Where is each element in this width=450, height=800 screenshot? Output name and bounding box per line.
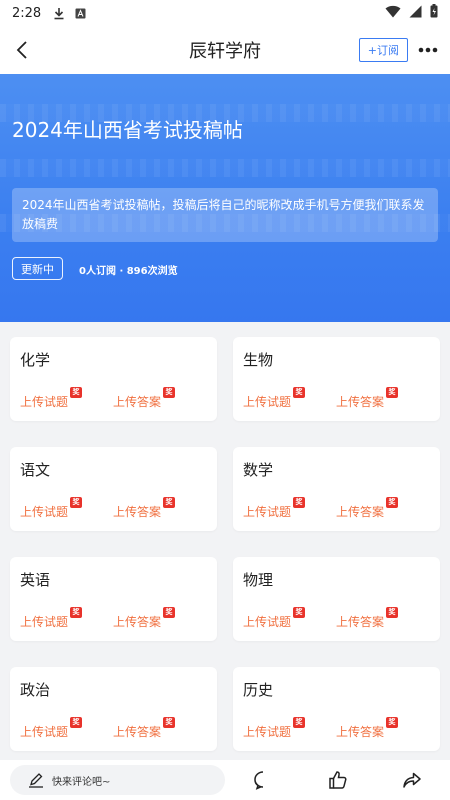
- upload-question-label: 上传试题: [243, 615, 292, 629]
- reward-badge: 奖: [386, 387, 399, 398]
- bottom-bar: 快来评论吧~: [0, 760, 450, 800]
- back-icon[interactable]: [10, 38, 34, 62]
- reward-badge: 奖: [70, 607, 83, 618]
- subscribe-button[interactable]: +订阅: [358, 38, 408, 62]
- upload-question-link[interactable]: 上传试题奖: [243, 607, 306, 630]
- upload-answer-link[interactable]: 上传答案奖: [113, 497, 176, 520]
- download-icon: [53, 7, 65, 20]
- subject-card[interactable]: 物理 上传试题奖 上传答案奖: [233, 557, 440, 641]
- reward-badge: 奖: [293, 497, 306, 508]
- share-icon[interactable]: [400, 768, 424, 792]
- upload-answer-label: 上传答案: [113, 395, 162, 409]
- upload-answer-link[interactable]: 上传答案奖: [336, 387, 399, 410]
- status-time: 2:28: [12, 5, 42, 21]
- reward-badge: 奖: [386, 717, 399, 728]
- subject-name: 物理: [243, 571, 274, 589]
- upload-question-link[interactable]: 上传试题奖: [243, 497, 306, 520]
- reward-badge: 奖: [386, 607, 399, 618]
- reward-badge: 奖: [70, 387, 83, 398]
- upload-answer-link[interactable]: 上传答案奖: [336, 497, 399, 520]
- subject-card[interactable]: 历史 上传试题奖 上传答案奖: [233, 667, 440, 751]
- subject-name: 语文: [20, 461, 51, 479]
- status-badge: 更新中: [12, 257, 63, 280]
- upload-question-label: 上传试题: [243, 395, 292, 409]
- upload-answer-label: 上传答案: [336, 615, 385, 629]
- upload-question-label: 上传试题: [243, 725, 292, 739]
- like-icon[interactable]: [326, 768, 350, 792]
- header-banner: 2024年山西省考试投稿帖 2024年山西省考试投稿帖，投稿后将自己的昵称改成手…: [0, 74, 450, 322]
- comment-input[interactable]: 快来评论吧~: [10, 765, 225, 795]
- upload-answer-label: 上传答案: [113, 615, 162, 629]
- reward-badge: 奖: [386, 497, 399, 508]
- upload-answer-link[interactable]: 上传答案奖: [336, 717, 399, 740]
- comment-placeholder: 快来评论吧~: [52, 776, 111, 788]
- pen-icon: [28, 772, 44, 788]
- subject-card[interactable]: 数学 上传试题奖 上传答案奖: [233, 447, 440, 531]
- upload-answer-link[interactable]: 上传答案奖: [113, 387, 176, 410]
- status-bar: 2:28: [0, 0, 450, 26]
- reward-badge: 奖: [163, 717, 176, 728]
- status-right: [385, 4, 438, 22]
- subject-card[interactable]: 化学 上传试题奖 上传答案奖: [10, 337, 217, 421]
- more-icon[interactable]: [416, 38, 440, 62]
- upload-answer-link[interactable]: 上传答案奖: [113, 607, 176, 630]
- subject-card[interactable]: 英语 上传试题奖 上传答案奖: [10, 557, 217, 641]
- subject-name: 生物: [243, 351, 274, 369]
- subject-card[interactable]: 生物 上传试题奖 上传答案奖: [233, 337, 440, 421]
- subject-name: 英语: [20, 571, 51, 589]
- subject-name: 政治: [20, 681, 51, 699]
- reward-badge: 奖: [163, 497, 176, 508]
- subject-name: 化学: [20, 351, 51, 369]
- banner-background-decor: [0, 159, 450, 177]
- upload-question-label: 上传试题: [20, 725, 69, 739]
- reward-badge: 奖: [163, 387, 176, 398]
- reward-badge: 奖: [163, 607, 176, 618]
- upload-question-link[interactable]: 上传试题奖: [20, 497, 83, 520]
- subject-card[interactable]: 语文 上传试题奖 上传答案奖: [10, 447, 217, 531]
- subject-grid: 化学 上传试题奖 上传答案奖 生物 上传试题奖 上传答案奖 语文 上传试题奖 上…: [0, 322, 450, 760]
- signal-icon: [409, 5, 422, 22]
- upload-question-link[interactable]: 上传试题奖: [20, 607, 83, 630]
- app-notification-icon: [75, 8, 86, 19]
- subject-card[interactable]: 政治 上传试题奖 上传答案奖: [10, 667, 217, 751]
- reward-badge: 奖: [293, 717, 306, 728]
- upload-question-link[interactable]: 上传试题奖: [243, 717, 306, 740]
- upload-question-label: 上传试题: [20, 615, 69, 629]
- page-title: 辰轩学府: [189, 41, 261, 62]
- reward-badge: 奖: [70, 717, 83, 728]
- upload-answer-link[interactable]: 上传答案奖: [113, 717, 176, 740]
- upload-answer-label: 上传答案: [113, 505, 162, 519]
- banner-title: 2024年山西省考试投稿帖: [12, 118, 243, 142]
- upload-answer-label: 上传答案: [336, 395, 385, 409]
- reward-badge: 奖: [293, 607, 306, 618]
- upload-question-label: 上传试题: [243, 505, 292, 519]
- banner-description: 2024年山西省考试投稿帖，投稿后将自己的昵称改成手机号方便我们联系发放稿费: [12, 188, 438, 242]
- upload-answer-label: 上传答案: [336, 725, 385, 739]
- upload-question-link[interactable]: 上传试题奖: [20, 387, 83, 410]
- banner-stats: 0人订阅 · 896次浏览: [79, 266, 178, 277]
- upload-question-label: 上传试题: [20, 395, 69, 409]
- upload-question-link[interactable]: 上传试题奖: [20, 717, 83, 740]
- upload-question-label: 上传试题: [20, 505, 69, 519]
- upload-answer-label: 上传答案: [336, 505, 385, 519]
- top-nav: 辰轩学府 +订阅: [0, 26, 450, 74]
- subject-name: 历史: [243, 681, 274, 699]
- reward-badge: 奖: [293, 387, 306, 398]
- upload-question-link[interactable]: 上传试题奖: [243, 387, 306, 410]
- upload-answer-label: 上传答案: [113, 725, 162, 739]
- upload-answer-link[interactable]: 上传答案奖: [336, 607, 399, 630]
- wifi-icon: [385, 5, 401, 22]
- comment-icon[interactable]: [251, 768, 275, 792]
- subject-name: 数学: [243, 461, 274, 479]
- reward-badge: 奖: [70, 497, 83, 508]
- battery-icon: [430, 4, 438, 22]
